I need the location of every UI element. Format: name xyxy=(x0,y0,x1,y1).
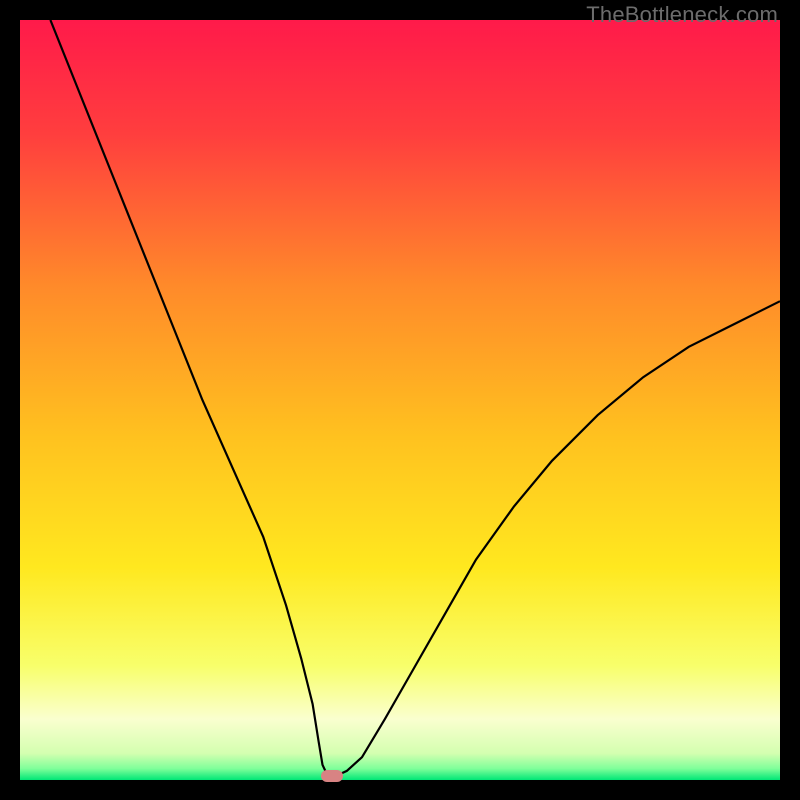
chart-frame xyxy=(20,20,780,780)
watermark-text: TheBottleneck.com xyxy=(586,2,778,28)
optimal-point-marker xyxy=(321,770,343,782)
bottleneck-chart xyxy=(20,20,780,780)
gradient-background xyxy=(20,20,780,780)
